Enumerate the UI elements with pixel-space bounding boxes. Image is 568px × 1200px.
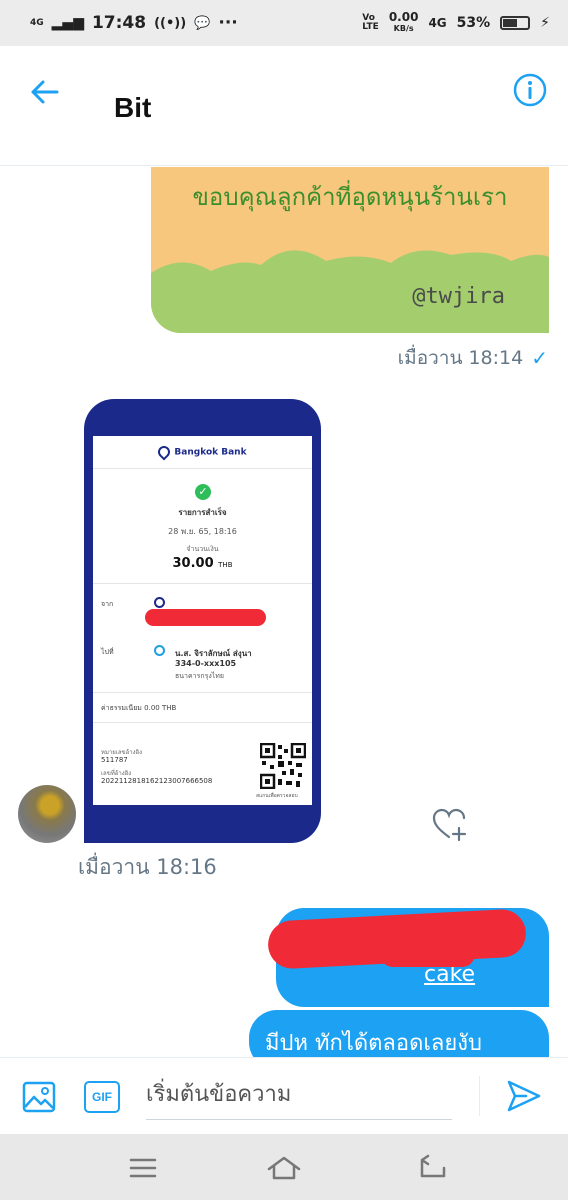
- txn-value: 20221128181621230076665​08: [101, 777, 213, 785]
- amount-label: จำนวนเงิน: [186, 545, 219, 553]
- outgoing-timestamp: เมื่อวาน 18:14 ✓: [397, 346, 548, 370]
- conversation-title: Bit: [114, 92, 152, 123]
- battery-icon: [500, 16, 531, 30]
- avatar[interactable]: [18, 785, 76, 843]
- battery-percent: 53%: [456, 15, 491, 31]
- bank-header: Bangkok Bank: [93, 443, 312, 461]
- system-nav-bar: [0, 1134, 568, 1200]
- divider: [479, 1076, 480, 1116]
- divider: [93, 468, 312, 469]
- qr-code-icon: [260, 743, 306, 789]
- ref-value: 511787: [101, 756, 128, 764]
- line-icon: 💬: [194, 15, 211, 31]
- divider: [93, 583, 312, 584]
- transfer-slip: Bangkok Bank ✓ รายการสำเร็จ 28 พ.ย. 65, …: [93, 436, 312, 805]
- message-composer: GIF: [0, 1057, 568, 1133]
- redaction-mark: [380, 941, 475, 967]
- sticker-image[interactable]: ขอบคุณลูกค้าที่อุดหนุนร้านเรา @twjira: [151, 167, 549, 333]
- from-label: จาก: [101, 600, 114, 608]
- amount: 30.00 THB: [172, 556, 233, 571]
- menu-icon[interactable]: [125, 1150, 161, 1186]
- receiver-bank-icon: [154, 645, 165, 656]
- transaction-datetime: 28 พ.ย. 65, 18:16: [168, 527, 237, 536]
- success-check-icon: ✓: [195, 484, 211, 500]
- message-input[interactable]: [146, 1070, 452, 1120]
- sticker-handle: @twjira: [412, 284, 505, 309]
- conversation-header: Bit: [0, 46, 568, 166]
- receiver-bank: ธนาคารกรุงไทย: [175, 672, 225, 680]
- back-icon[interactable]: [414, 1150, 450, 1186]
- message-list[interactable]: ขอบคุณลูกค้าที่อุดหนุนร้านเรา @twjira เม…: [0, 167, 568, 1057]
- back-arrow-icon[interactable]: [24, 72, 64, 112]
- message-text: มีปห ทักได้ตลอดเลยงับ: [265, 1031, 483, 1056]
- divider: [93, 692, 312, 693]
- status-bar: 4G ▂▄▆ 17:48 ((•)) 💬 ··· Vo LTE 0.00 KB/s…: [0, 0, 568, 46]
- clock: 17:48: [91, 13, 147, 33]
- to-label: ไปที่: [101, 648, 114, 656]
- transaction-status: รายการสำเร็จ: [178, 508, 227, 517]
- incoming-timestamp: เมื่อวาน 18:16: [78, 855, 217, 879]
- network-type-right: 4G: [428, 16, 447, 30]
- charging-icon: ⚡: [540, 15, 550, 31]
- network-type: 4G: [30, 17, 44, 28]
- home-icon[interactable]: [266, 1150, 302, 1186]
- more-notifications-icon: ···: [218, 13, 238, 33]
- heart-plus-icon[interactable]: [432, 808, 468, 842]
- signal-icon: ▂▄▆: [51, 15, 84, 31]
- bank-logo-icon: [155, 443, 173, 461]
- receipt-image[interactable]: Bangkok Bank ✓ รายการสำเร็จ 28 พ.ย. 65, …: [84, 399, 321, 843]
- send-icon[interactable]: [506, 1078, 542, 1114]
- outgoing-message[interactable]: มีปห ทักได้ตลอดเลยงับ: [249, 1010, 549, 1057]
- info-icon[interactable]: [512, 72, 548, 108]
- sticker-caption: ขอบคุณลูกค้าที่อุดหนุนร้านเรา: [192, 183, 508, 211]
- receiver-account: 334-0-xxx105: [175, 659, 237, 668]
- fee: ค่าธรรมเนียม 0.00 THB: [101, 704, 177, 712]
- gif-button[interactable]: GIF: [84, 1081, 120, 1113]
- net-speed: 0.00 KB/s: [388, 10, 419, 33]
- qr-caption: สแกนเพื่อตรวจสอบ: [256, 793, 298, 799]
- check-icon: ✓: [531, 346, 548, 370]
- divider: [93, 722, 312, 723]
- volte-icon: Vo LTE: [362, 13, 379, 32]
- hotspot-icon: ((•)): [154, 15, 187, 31]
- redaction-mark: [145, 609, 266, 626]
- sender-bank-icon: [154, 597, 165, 608]
- image-icon[interactable]: [22, 1080, 56, 1114]
